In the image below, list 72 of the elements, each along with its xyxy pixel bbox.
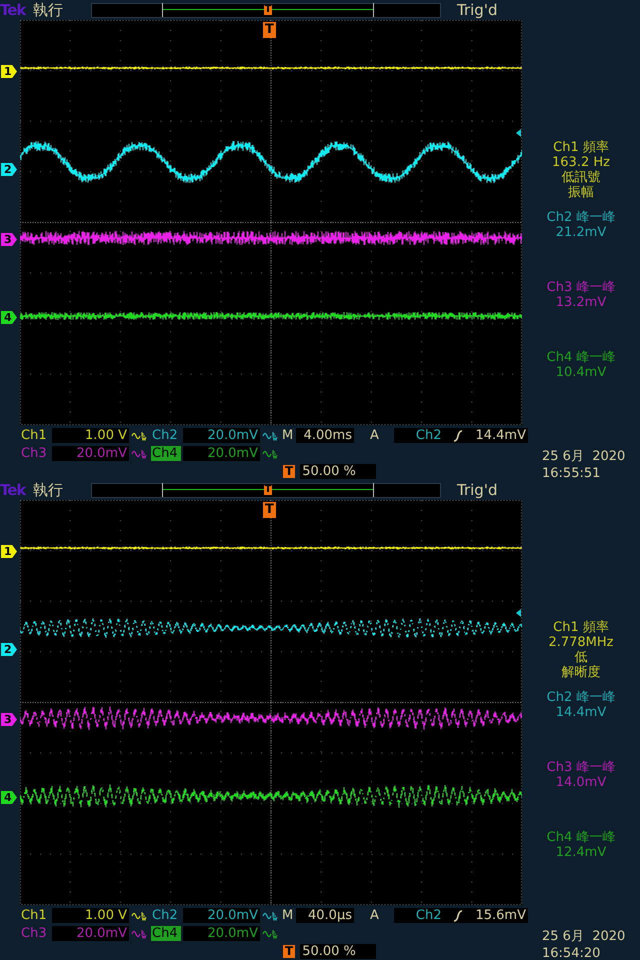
measurement-text: 21.2mV — [556, 225, 606, 240]
measurement-text: 13.2mV — [556, 295, 606, 310]
vertical-scale: 20.0mV — [52, 446, 129, 461]
trigger-level-icon — [516, 609, 521, 617]
channel-marker[interactable]: 2 — [1, 163, 17, 176]
measurement-text: Ch2 峰一峰 — [546, 210, 616, 225]
channel-marker[interactable]: 3 — [1, 233, 17, 246]
channel-marker[interactable]: 2 — [1, 643, 17, 656]
vertical-scale: 20.0mV — [183, 446, 260, 461]
channel-marker[interactable]: 4 — [1, 311, 17, 324]
measurement-text: 解晰度 — [562, 665, 600, 680]
channel-label[interactable]: Ch1 — [20, 908, 50, 923]
trigger-source: Ch2 — [416, 908, 442, 923]
date-text: 25 6月 2020 — [542, 928, 626, 945]
trigger-position-value: 50.00 % — [300, 464, 376, 479]
measurement-text: Ch2 峰一峰 — [546, 690, 616, 705]
trigger-level: 15.6mV — [475, 908, 526, 923]
time-text: 16:54:20 — [542, 945, 602, 960]
timebase-label: M — [282, 428, 294, 443]
measurement-text: 低 — [574, 650, 588, 665]
measurement-text: Ch4 峰一峰 — [546, 830, 616, 845]
trigger-status: Trig'd — [457, 1, 498, 19]
trigger-source: Ch2 — [416, 428, 442, 443]
timebase-label: M — [282, 908, 294, 923]
date-text: 25 6月 2020 — [542, 448, 626, 465]
measurement-text: 10.4mV — [556, 365, 606, 380]
trigger-position-marker: T — [283, 945, 296, 958]
trigger-level: 14.4mV — [475, 428, 526, 443]
measurement-text: Ch4 峰一峰 — [546, 350, 616, 365]
trigger-position-marker: T — [264, 5, 272, 15]
channel-label[interactable]: Ch1 — [20, 428, 50, 443]
measurement-text: Ch1 頻率 — [553, 140, 609, 155]
run-state: 執行 — [32, 480, 64, 500]
time-text: 16:55:51 — [542, 465, 602, 482]
trigger-label: A — [370, 908, 380, 923]
channel-marker[interactable]: 4 — [1, 791, 17, 804]
trigger-marker: T — [263, 22, 276, 38]
measurement-text: Ch1 頻率 — [553, 620, 609, 635]
measurement-text: 2.778MHz — [548, 635, 614, 650]
channel-marker[interactable]: 1 — [1, 65, 17, 78]
measurement-text: Ch3 峰一峰 — [546, 280, 616, 295]
trigger-marker: T — [263, 502, 276, 518]
trigger-position-value: 50.00 % — [300, 944, 376, 959]
channel-label[interactable]: Ch2 — [151, 428, 181, 443]
vertical-scale: 20.0mV — [183, 908, 260, 923]
measurement-text: 12.4mV — [556, 845, 606, 860]
measurement-text: 振幅 — [568, 185, 594, 200]
measurement-text: 14.4mV — [556, 705, 606, 720]
vertical-scale: 20.0mV — [183, 926, 260, 941]
trigger-position-marker: T — [264, 485, 272, 495]
channel-marker[interactable]: 3 — [1, 713, 17, 726]
channel-label[interactable]: Ch4 — [151, 926, 181, 941]
vertical-scale: 20.0mV — [52, 926, 129, 941]
vertical-scale: 1.00 V — [52, 428, 129, 443]
run-state: 執行 — [32, 0, 64, 20]
brand-logo: Tek — [0, 481, 28, 499]
vertical-scale: 20.0mV — [183, 428, 260, 443]
trigger-status: Trig'd — [457, 481, 498, 499]
channel-label[interactable]: Ch2 — [151, 908, 181, 923]
vertical-scale: 1.00 V — [52, 908, 129, 923]
timebase-value: 4.00ms — [296, 428, 354, 443]
trigger-label: A — [370, 428, 380, 443]
measurement-text: 低訊號 — [562, 170, 600, 185]
timebase-value: 40.0µs — [296, 908, 354, 923]
channel-marker[interactable]: 1 — [1, 545, 17, 558]
trigger-position-marker: T — [283, 465, 296, 478]
brand-logo: Tek — [0, 1, 28, 19]
measurement-text: Ch3 峰一峰 — [546, 760, 616, 775]
trigger-level-icon — [516, 129, 521, 137]
measurement-text: 163.2 Hz — [552, 155, 610, 170]
channel-label[interactable]: Ch4 — [151, 446, 181, 461]
measurement-text: 14.0mV — [556, 775, 606, 790]
